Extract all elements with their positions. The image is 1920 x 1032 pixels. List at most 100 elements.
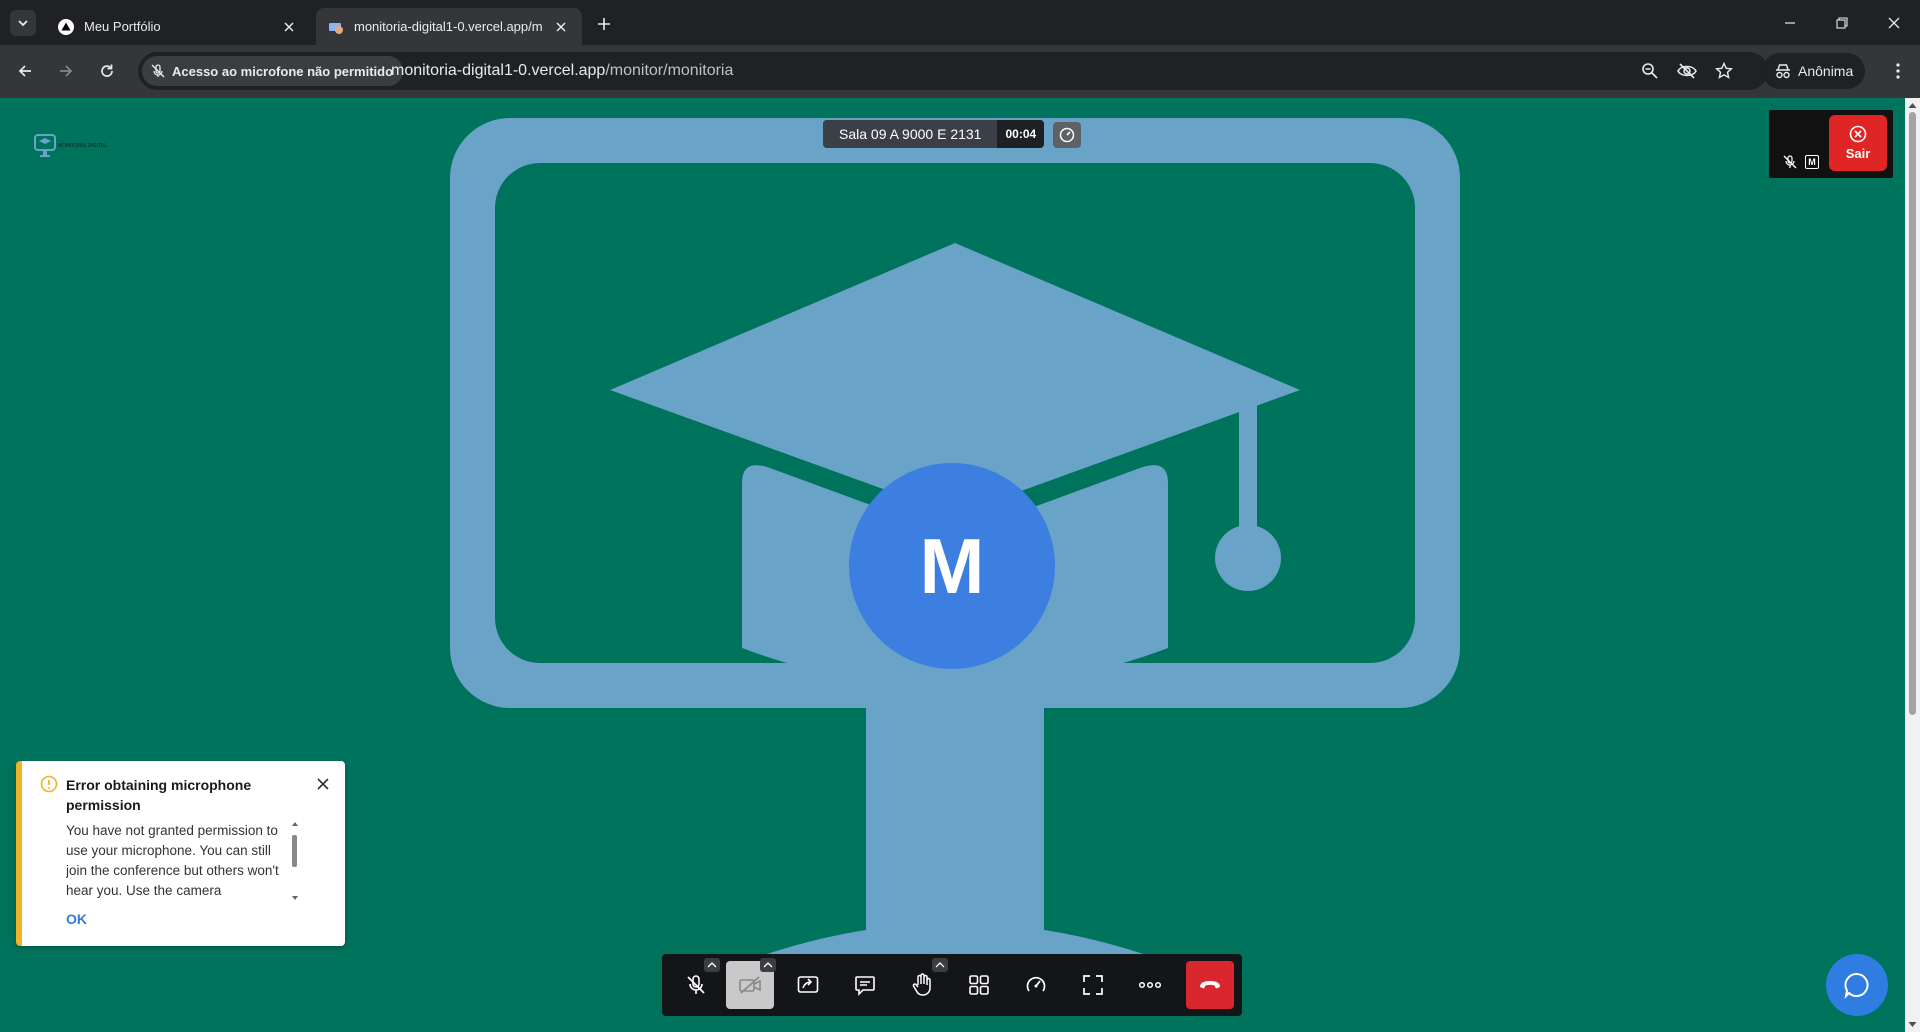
meeting-page: MONITORIA DIGITAL Sala 09 A 9000 E 2131 … [0,98,1920,1032]
hangup-button[interactable] [1186,961,1234,1009]
chevron-up-icon [763,962,773,968]
tracking-protection-button[interactable] [1675,59,1699,83]
chat-fab-button[interactable] [1826,954,1888,1016]
profile-label: Anônima [1798,63,1854,79]
close-icon [1888,17,1900,28]
raise-hand-icon [912,973,931,996]
chevron-down-icon [18,20,28,27]
arrow-right-icon [60,65,73,77]
hangup-icon [1200,981,1220,989]
permission-chip-label: Acesso ao microfone não permitido [172,63,394,79]
zoom-icon [1642,63,1658,79]
minimize-button[interactable] [1765,0,1815,45]
url-text[interactable]: monitoria-digital1-0.vercel.app/monitor/… [391,52,733,90]
monitor-cap-icon [34,134,56,157]
minimize-icon [1785,21,1795,24]
notification-ok-button[interactable]: OK [66,911,87,927]
tab-monitoria[interactable]: monitoria-digital1-0.vercel.app/m [316,8,582,45]
chat-bubble-icon [1844,972,1869,999]
tab-title: Meu Portfólio [84,19,161,34]
exit-label: Sair [1845,146,1871,161]
notification-title: Error obtaining microphone permission [66,777,252,813]
room-info: Sala 09 A 9000 E 2131 00:04 [823,120,1045,148]
mic-blocked-icon [151,64,165,78]
mic-muted-icon [687,975,705,994]
url-host: monitoria-digital1-0.vercel.app [391,62,606,79]
triangle-down-icon [1908,1022,1917,1027]
browser-toolbar: Acesso ao microfone não permitido monito… [0,45,1920,98]
new-tab-button[interactable] [592,12,616,36]
eye-off-icon [1677,63,1697,79]
performance-settings-button[interactable] [1012,961,1060,1009]
notification-scrollbar[interactable] [290,821,300,903]
fullscreen-button[interactable] [1069,961,1117,1009]
reactions-options-button[interactable] [932,958,948,972]
restore-icon [1836,16,1848,29]
back-button[interactable] [11,57,39,85]
more-icon [1138,981,1162,989]
reload-button[interactable] [93,57,121,85]
microphone-error-notification: Error obtaining microphone permission Yo… [16,761,345,946]
kebab-menu-icon [1896,63,1900,79]
zoom-button[interactable] [1638,59,1662,83]
thumbnail-status: M [1783,155,1819,169]
warning-icon [40,775,58,793]
notification-close-button[interactable] [314,775,332,793]
arrow-left-icon [18,65,31,77]
close-icon[interactable] [280,18,298,36]
close-icon [317,778,329,790]
plus-icon [598,18,610,30]
url-path: /monitor/monitoria [605,62,734,79]
camera-off-icon [739,976,761,994]
elapsed-time: 00:04 [997,120,1045,148]
microphone-permission-chip[interactable]: Acesso ao microfone não permitido [142,56,404,86]
scroll-down-arrow[interactable] [1908,1020,1917,1029]
chevron-up-icon [935,962,945,968]
scroll-up-arrow[interactable] [1908,101,1917,110]
incognito-icon [1776,64,1790,79]
chat-button[interactable] [841,961,889,1009]
close-icon[interactable] [552,18,570,36]
screen-share-button[interactable] [784,961,832,1009]
scroll-down-icon [292,896,298,900]
browser-menu-button[interactable] [1884,57,1912,85]
scrollbar-thumb[interactable] [292,835,297,867]
close-circle-icon [1849,125,1867,143]
triangle-up-icon [1908,103,1917,108]
incognito-profile-button[interactable]: Anônima [1762,53,1866,89]
page-scrollbar[interactable] [1905,98,1920,1032]
brand-logo[interactable]: MONITORIA DIGITAL [34,134,107,158]
tab-strip: Meu Portfólio monitoria-digital1-0.verce… [0,0,1920,45]
star-icon [1715,62,1733,79]
exit-button[interactable]: Sair [1829,115,1887,171]
call-toolbar [662,954,1242,1016]
tile-view-button[interactable] [955,961,1003,1009]
room-name: Sala 09 A 9000 E 2131 [823,120,998,148]
mic-options-button[interactable] [704,958,720,972]
participant-avatar: M [849,463,1055,669]
restore-button[interactable] [1817,0,1867,45]
forward-button[interactable] [52,57,80,85]
chat-icon [855,976,875,996]
site-favicon-icon [328,19,344,35]
performance-icon [1026,976,1046,992]
screen-share-icon [797,976,819,993]
fullscreen-icon [1083,975,1103,995]
mic-muted-icon [1783,155,1797,169]
tab-search-button[interactable] [10,10,36,36]
connection-quality-button[interactable] [1053,122,1081,148]
triangle-logo-icon [58,18,74,35]
camera-options-button[interactable] [760,958,776,972]
close-window-button[interactable] [1869,0,1919,45]
tile-view-icon [969,975,989,995]
more-actions-button[interactable] [1126,961,1174,1009]
bookmark-button[interactable] [1712,59,1736,83]
tab-meu-portfolio[interactable]: Meu Portfólio [46,8,310,45]
scrollbar-thumb[interactable] [1909,112,1916,715]
tab-title: monitoria-digital1-0.vercel.app/m [354,19,543,34]
chevron-up-icon [707,962,717,968]
scroll-up-icon [292,822,298,826]
notification-body: You have not granted permission to use y… [66,823,279,898]
address-bar[interactable]: Acesso ao microfone não permitido monito… [138,52,1768,90]
moderator-badge: M [1805,155,1819,169]
